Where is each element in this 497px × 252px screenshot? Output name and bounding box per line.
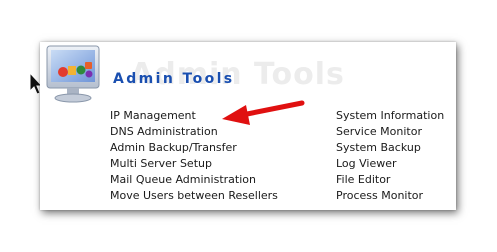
screenshot-stage: Admin Tools Admin Tools IP Management DN… xyxy=(0,0,497,252)
admin-tools-panel: Admin Tools Admin Tools IP Management DN… xyxy=(40,42,456,210)
tool-link-system-backup[interactable]: System Backup xyxy=(336,140,444,156)
tool-link-system-information[interactable]: System Information xyxy=(336,108,444,124)
tool-link-move-users-between-resellers[interactable]: Move Users between Resellers xyxy=(110,188,278,204)
tool-link-log-viewer[interactable]: Log Viewer xyxy=(336,156,444,172)
tool-link-multi-server-setup[interactable]: Multi Server Setup xyxy=(110,156,278,172)
red-arrow-icon xyxy=(222,100,305,125)
tool-link-file-editor[interactable]: File Editor xyxy=(336,172,444,188)
tool-link-admin-backup-transfer[interactable]: Admin Backup/Transfer xyxy=(110,140,278,156)
section-title: Admin Tools xyxy=(113,71,235,87)
monitor-with-apps-icon xyxy=(46,45,100,103)
tool-link-mail-queue-administration[interactable]: Mail Queue Administration xyxy=(110,172,278,188)
tool-link-process-monitor[interactable]: Process Monitor xyxy=(336,188,444,204)
tools-list-right: System Information Service Monitor Syste… xyxy=(336,108,444,204)
tool-link-service-monitor[interactable]: Service Monitor xyxy=(336,124,444,140)
